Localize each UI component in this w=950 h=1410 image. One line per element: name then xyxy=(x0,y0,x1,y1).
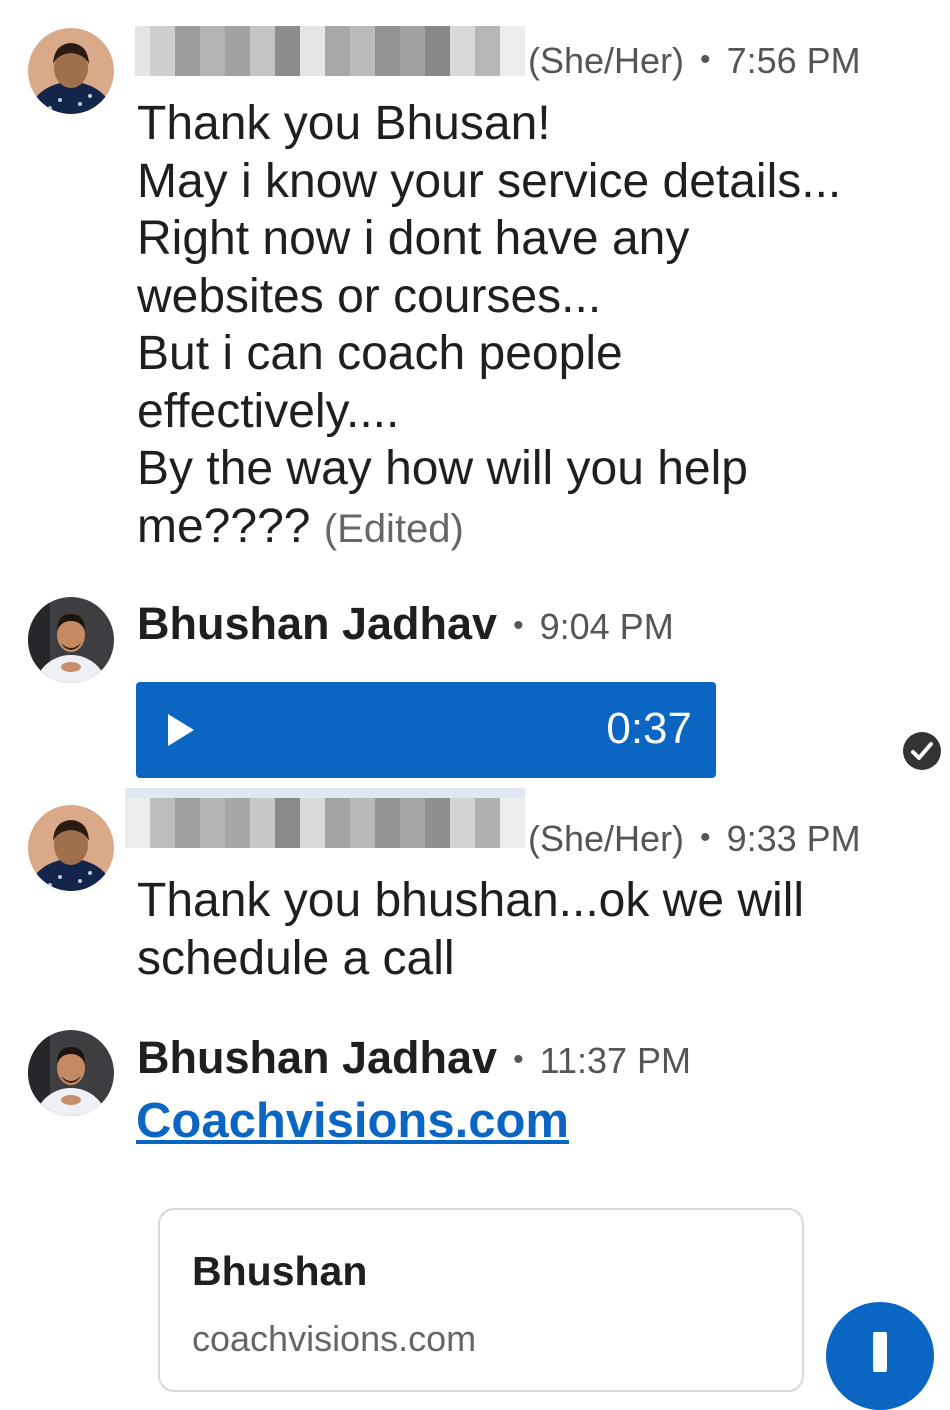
avatar-female-sender[interactable] xyxy=(28,805,114,891)
message-line: websites or courses... xyxy=(137,269,602,323)
message-line: But i can coach people xyxy=(137,327,623,380)
compose-button[interactable] xyxy=(826,1302,934,1410)
plus-icon xyxy=(873,1332,887,1372)
sender-name[interactable]: Bhushan Jadhav xyxy=(137,598,497,650)
separator-dot: • xyxy=(700,43,711,76)
message-line: Thank you Bhusan! xyxy=(137,97,551,150)
message-time: 7:56 PM xyxy=(726,40,861,81)
sender-name-blurred xyxy=(125,788,525,848)
sender-name-blurred xyxy=(135,26,525,76)
message-line: Thank you bhushan...ok we will xyxy=(137,874,805,927)
separator-dot: • xyxy=(513,1043,524,1076)
message-line: effectively.... xyxy=(137,384,400,438)
link-preview-title: Bhushan xyxy=(192,1248,368,1294)
message-header: (She/Her) • 9:33 PM xyxy=(528,818,861,860)
message-body: Thank you bhushan...ok we will schedule … xyxy=(137,872,804,987)
message-line-text: me???? xyxy=(137,499,311,553)
separator-dot: • xyxy=(513,609,524,642)
message-time: 9:33 PM xyxy=(726,818,861,859)
avatar-female-sender[interactable] xyxy=(28,28,114,114)
website-link[interactable]: Coachvisions.com xyxy=(136,1093,569,1149)
message-time: 9:04 PM xyxy=(539,606,674,647)
message-body: Thank you Bhusan! May i know your servic… xyxy=(137,95,841,558)
message-line: me???? (Edited) xyxy=(137,498,841,559)
separator-dot: • xyxy=(700,821,711,854)
link-preview-domain: coachvisions.com xyxy=(192,1318,477,1359)
message-header: Bhushan Jadhav • 11:37 PM xyxy=(137,1032,691,1084)
message-header: (She/Her) • 7:56 PM xyxy=(528,40,861,82)
message-header: Bhushan Jadhav • 9:04 PM xyxy=(137,598,674,650)
audio-duration: 0:37 xyxy=(606,704,692,753)
message-time: 11:37 PM xyxy=(539,1040,692,1081)
message-line: Right now i dont have any xyxy=(137,212,690,265)
checkmark-circle-icon xyxy=(903,732,941,770)
play-icon[interactable] xyxy=(166,712,196,753)
voice-message-player[interactable]: 0:37 xyxy=(136,682,716,778)
message-line: By the way how will you help xyxy=(137,442,748,495)
avatar-bhushan[interactable] xyxy=(28,1030,114,1116)
edited-label: (Edited) xyxy=(323,506,464,551)
message-line: schedule a call xyxy=(137,931,455,985)
sender-pronouns: (She/Her) xyxy=(528,818,685,859)
link-preview-card[interactable]: Bhushan coachvisions.com xyxy=(158,1208,804,1392)
avatar-bhushan[interactable] xyxy=(28,597,114,683)
sender-name[interactable]: Bhushan Jadhav xyxy=(137,1032,497,1084)
message-line: May i know your service details... xyxy=(137,154,842,208)
sender-pronouns: (She/Her) xyxy=(528,40,685,81)
